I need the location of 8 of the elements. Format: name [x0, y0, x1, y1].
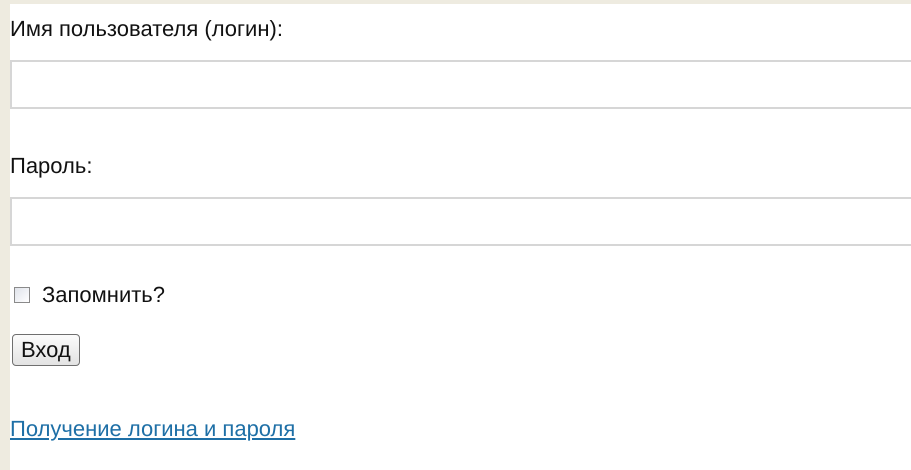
remember-checkbox[interactable] [14, 287, 30, 303]
login-button[interactable]: Вход [12, 334, 80, 366]
username-field[interactable] [10, 60, 911, 109]
remember-label: Запомнить? [42, 282, 166, 308]
password-field[interactable] [10, 197, 911, 246]
username-label: Имя пользователя (логин): [10, 16, 283, 42]
login-password-link[interactable]: Получение логина и пароля [10, 412, 296, 445]
password-label: Пароль: [10, 153, 92, 179]
